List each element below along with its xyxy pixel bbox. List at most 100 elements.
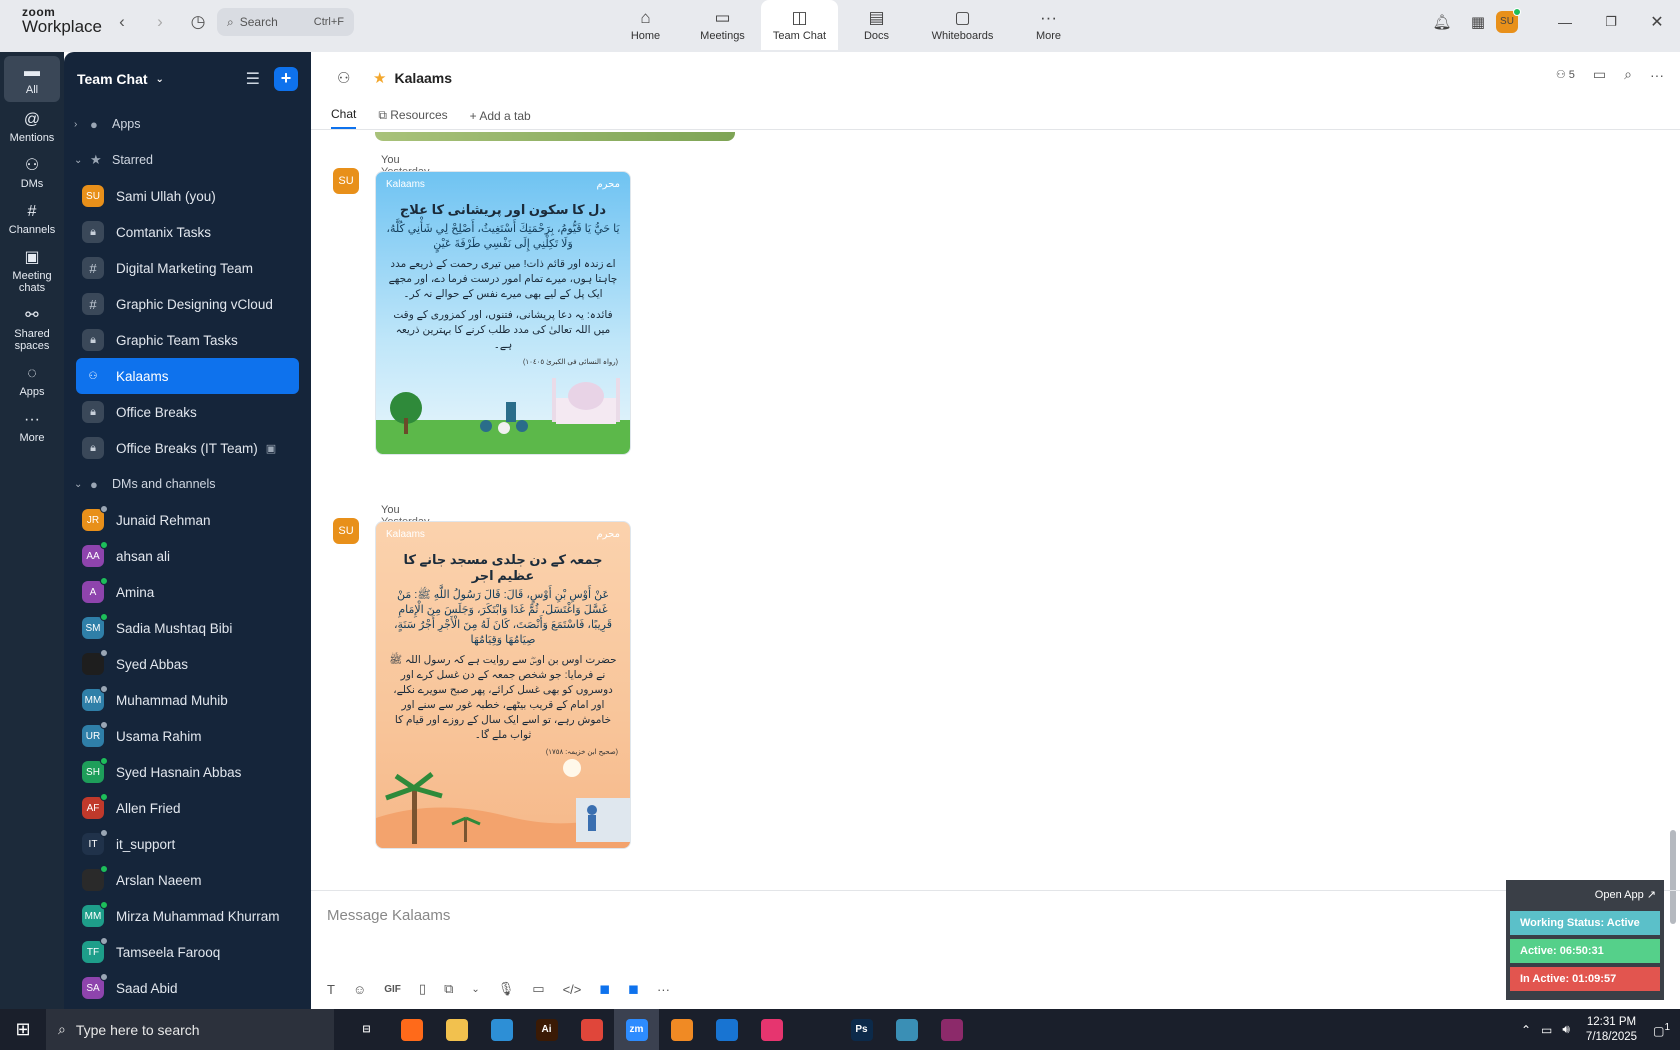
sidebar-item-dm[interactable]: SM Sadia Mushtaq Bibi <box>64 610 311 646</box>
search-bar[interactable]: ⌕ Search Ctrl+F <box>217 8 354 36</box>
filter-icon[interactable]: ☰ <box>246 69 260 89</box>
close-icon[interactable]: ✕ <box>1634 12 1680 32</box>
taskbar-app-illustrator[interactable]: Ai <box>524 1009 569 1050</box>
sidebar-item-dm[interactable]: JR Junaid Rehman <box>64 502 311 538</box>
mic-icon[interactable]: 🎙︎ <box>498 981 515 997</box>
taskbar-app-zoom[interactable]: zm <box>614 1009 659 1050</box>
minimize-icon[interactable]: — <box>1542 14 1588 30</box>
taskbar-search[interactable]: ⌕ Type here to search <box>46 1009 334 1050</box>
tab-team-chat[interactable]: ◫ Team Chat <box>761 0 838 50</box>
taskbar-app-chrome[interactable] <box>569 1009 614 1050</box>
taskbar-app-explorer[interactable] <box>434 1009 479 1050</box>
sidebar-item-dm[interactable]: AF Allen Fried <box>64 790 311 826</box>
sidebar-item-dm[interactable]: MM Mirza Muhammad Khurram <box>64 898 311 934</box>
file-icon[interactable]: ▯ <box>419 981 426 997</box>
code-icon[interactable]: </> <box>563 982 582 997</box>
sidebar-item-dm[interactable]: SA Saad Abid <box>64 970 311 1006</box>
notification-icon[interactable]: ▢1 <box>1653 1022 1670 1038</box>
sidebar-item-dm[interactable]: MM Muhammad Muhib <box>64 682 311 718</box>
sidebar-item-starred[interactable]: 🔒︎ Office Breaks <box>64 394 311 430</box>
sidebar-item-dm[interactable]: Syed Abbas <box>64 646 311 682</box>
rail-shared-spaces[interactable]: ⚯ Shared spaces <box>0 294 64 352</box>
video-message-icon[interactable]: ▭ <box>532 981 544 997</box>
sidebar-item-starred[interactable]: 🔒︎ Office Breaks (IT Team) ▣ <box>64 430 311 466</box>
sidebar-item-dm[interactable]: SH Syed Hasnain Abbas <box>64 754 311 790</box>
rail-channels[interactable]: # Channels <box>0 190 64 236</box>
chevron-up-icon[interactable]: ⌃ <box>1521 1023 1531 1037</box>
clock[interactable]: 12:31 PM 7/18/2025 <box>1586 1015 1637 1045</box>
video-call-icon[interactable]: ▭ <box>1593 66 1606 83</box>
image-attachment[interactable]: Kalaams محرم جمعہ کے دن جلدی مسجد جانے کا… <box>375 521 631 849</box>
sidebar-item-starred[interactable]: 🔒︎ Comtanix Tasks <box>64 214 311 250</box>
history-icon[interactable]: ◷ <box>188 12 208 32</box>
author-name[interactable]: You <box>381 154 400 166</box>
channel-title[interactable]: Kalaams <box>394 70 452 86</box>
taskbar-app-winrar[interactable] <box>929 1009 974 1050</box>
more-options-icon[interactable]: ··· <box>1650 67 1664 83</box>
taskbar-app-xampp[interactable] <box>659 1009 704 1050</box>
sidebar-item-dm[interactable]: AA ahsan ali <box>64 538 311 574</box>
calendar-icon[interactable]: ▦ <box>1460 13 1496 31</box>
format-text-icon[interactable]: T <box>327 982 335 997</box>
rail-all[interactable]: ▬ All <box>0 52 64 102</box>
volume-icon[interactable]: 🔊︎ <box>1562 1022 1570 1037</box>
section-apps[interactable]: › ● Apps <box>64 106 311 142</box>
profile-avatar[interactable]: SU <box>1496 8 1521 33</box>
tab-resources[interactable]: ⧉ Resources <box>378 108 447 129</box>
rail-more[interactable]: ··· More <box>0 398 64 444</box>
taskbar-app-creativecloud[interactable] <box>749 1009 794 1050</box>
author-avatar[interactable]: SU <box>333 168 359 194</box>
taskbar-app-vscode[interactable] <box>479 1009 524 1050</box>
sidebar-item-starred[interactable]: 🔒︎ Graphic Team Tasks <box>64 322 311 358</box>
taskbar-app-taskview[interactable]: ⊟ <box>344 1009 389 1050</box>
network-icon[interactable]: ▭ <box>1541 1023 1552 1037</box>
forward-arrow-icon[interactable]: › <box>150 12 170 32</box>
tab-more[interactable]: ··· More <box>1010 0 1087 50</box>
taskbar-app-vpn[interactable] <box>884 1009 929 1050</box>
bell-icon[interactable]: 🔔︎ <box>1424 13 1460 31</box>
message-input[interactable]: Message Kalaams <box>327 907 450 924</box>
restore-icon[interactable]: ❐ <box>1588 14 1634 30</box>
rail-mentions[interactable]: @ Mentions <box>0 102 64 144</box>
sidebar-item-starred[interactable]: # Digital Marketing Team <box>64 250 311 286</box>
image-attachment[interactable]: Kalaams محرم دل کا سکون اور پریشانی کا عل… <box>375 171 631 455</box>
screenshot-icon[interactable]: ⧉ <box>444 981 453 997</box>
rail-dms[interactable]: ⚇ DMs <box>0 144 64 190</box>
search-icon[interactable]: ⌕ <box>1624 66 1632 83</box>
windows-start-icon[interactable]: ⊞ <box>0 1019 46 1040</box>
emoji-icon[interactable]: ☺ <box>353 982 366 997</box>
open-app-button[interactable]: Open App ↗ <box>1510 884 1660 907</box>
tab-chat[interactable]: Chat <box>331 107 357 129</box>
sidebar-item-dm[interactable]: A Amina <box>64 574 311 610</box>
back-arrow-icon[interactable]: ‹ <box>112 12 132 32</box>
section-starred[interactable]: ⌄ ★ Starred <box>64 142 311 178</box>
tab-whiteboards[interactable]: ▢ Whiteboards <box>915 0 1010 50</box>
rail-apps[interactable]: ◌ Apps <box>0 352 64 398</box>
sidebar-item-starred[interactable]: SU Sami Ullah (you) <box>64 178 311 214</box>
tab-home[interactable]: ⌂ Home <box>607 0 684 50</box>
more-icon[interactable]: ··· <box>657 982 670 997</box>
taskbar-app-pen[interactable] <box>794 1009 839 1050</box>
sidebar-item-dm[interactable]: Arslan Naeem <box>64 862 311 898</box>
taskbar-app-outlook[interactable] <box>704 1009 749 1050</box>
chevron-down-icon[interactable]: ⌄ <box>156 74 164 85</box>
tab-meetings[interactable]: ▭ Meetings <box>684 0 761 50</box>
star-icon[interactable]: ★ <box>373 69 386 87</box>
sidebar-item-dm[interactable]: TF Tamseela Farooq <box>64 934 311 970</box>
author-name[interactable]: You <box>381 504 400 516</box>
sidebar-item-starred[interactable]: # Graphic Designing vCloud <box>64 286 311 322</box>
sidebar-title[interactable]: Team Chat <box>77 71 148 87</box>
sidebar-item-starred[interactable]: ⚇ Kalaams <box>76 358 299 394</box>
chat-app-icon[interactable]: ◼ <box>628 981 639 997</box>
new-chat-button[interactable]: + <box>274 67 298 91</box>
section-dms-channels[interactable]: ⌄ ● DMs and channels <box>64 466 311 502</box>
author-avatar[interactable]: SU <box>333 518 359 544</box>
taskbar-app-firefox[interactable] <box>389 1009 434 1050</box>
app-icon[interactable]: ◼ <box>599 981 610 997</box>
add-tab-button[interactable]: + Add a tab <box>470 109 531 129</box>
sidebar-item-dm[interactable]: IT it_support <box>64 826 311 862</box>
gif-button[interactable]: GIF <box>384 984 401 995</box>
sidebar-item-dm[interactable]: UR Usama Rahim <box>64 718 311 754</box>
members-button[interactable]: ⚇ 5 <box>1556 68 1575 81</box>
tab-docs[interactable]: ▤ Docs <box>838 0 915 50</box>
